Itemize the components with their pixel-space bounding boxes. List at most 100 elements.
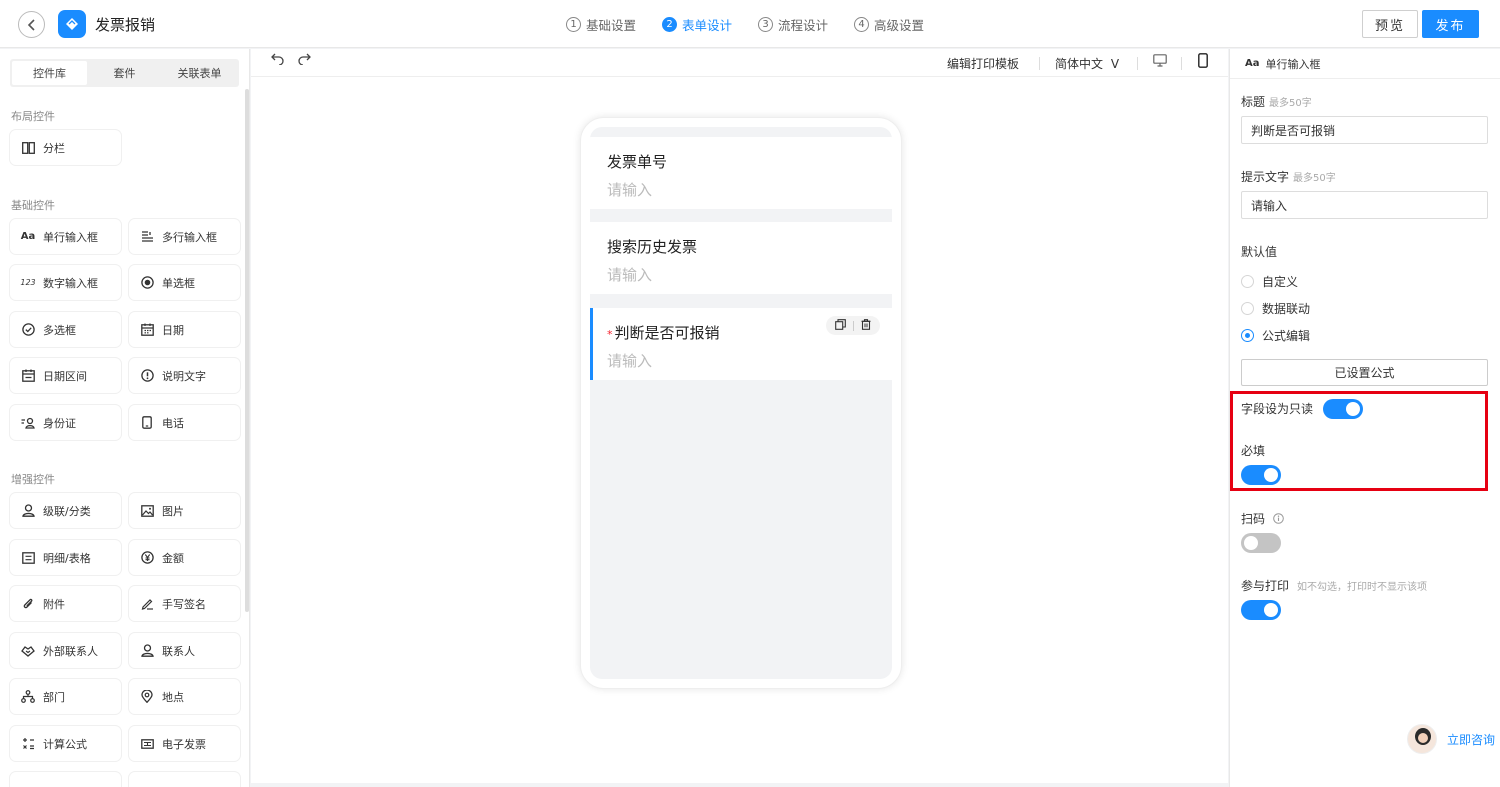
control-external-contact[interactable]: 外部联系人 [10, 633, 121, 668]
control-detail-table[interactable]: 明细/表格 [10, 540, 121, 575]
control-cascade[interactable]: 级联/分类 [10, 493, 121, 528]
control-radio[interactable]: 单选框 [129, 265, 240, 300]
control-label: 计算公式 [43, 737, 87, 751]
field-label-text: 判断是否可报销 [614, 324, 720, 342]
placeholder-setting-label: 提示文字 最多50字 [1241, 168, 1336, 185]
language-select[interactable]: 简体中文 V [1055, 55, 1119, 72]
section-title-enhanced: 增强控件 [11, 473, 55, 486]
title-setting-label: 标题 最多50字 [1241, 93, 1312, 110]
radio-label: 自定义 [1262, 275, 1299, 289]
control-amount[interactable]: 金额 [129, 540, 240, 575]
radio-label: 公式编辑 [1262, 329, 1311, 343]
app-title: 发票报销 [95, 16, 156, 34]
control-attachment[interactable]: 附件 [10, 586, 121, 621]
control-label: 单行输入框 [43, 230, 98, 244]
control-label: 日期区间 [43, 369, 87, 383]
chevron-left-icon [27, 18, 35, 31]
tab-controls[interactable]: 控件库 [12, 61, 87, 85]
step-number: 3 [758, 17, 774, 32]
desktop-icon[interactable] [1153, 54, 1167, 70]
info-icon[interactable] [1273, 512, 1284, 527]
contact-icon [140, 644, 154, 658]
control-multi-line-input[interactable]: 多行输入框 [129, 219, 240, 254]
step-basic-settings[interactable]: 1 基础设置 [566, 15, 636, 34]
signature-icon [140, 597, 154, 611]
toolbar-divider [1181, 57, 1182, 70]
control-label: 电子发票 [162, 737, 206, 751]
control-formula[interactable]: 计算公式 [10, 726, 121, 761]
text-icon: Aa [1245, 58, 1260, 69]
radio-data-linkage[interactable]: 数据联动 [1241, 300, 1310, 317]
control-date[interactable]: 日期 [129, 312, 240, 347]
control-department[interactable]: 部门 [10, 679, 121, 714]
mobile-icon[interactable] [1198, 53, 1208, 71]
tab-kits[interactable]: 套件 [87, 61, 162, 85]
field-placeholder: 请输入 [607, 352, 653, 370]
invoice-icon [140, 737, 154, 751]
undo-icon[interactable] [271, 53, 285, 69]
control-partial[interactable] [129, 772, 240, 787]
form-field-reimbursable[interactable]: * 判断是否可报销 请输入 [590, 308, 892, 380]
publish-button[interactable]: 发布 [1422, 10, 1479, 38]
step-number: 2 [662, 17, 678, 32]
form-field-invoice-number[interactable]: 发票单号 请输入 [590, 137, 892, 209]
copy-icon[interactable] [834, 318, 846, 333]
label-text: 标题 [1241, 95, 1266, 109]
handshake-icon [21, 644, 35, 658]
library-scrollbar[interactable] [245, 89, 249, 612]
image-icon [140, 504, 154, 518]
scan-toggle[interactable] [1241, 533, 1281, 553]
section-title-basic: 基础控件 [11, 199, 55, 212]
radio-formula-edit[interactable]: 公式编辑 [1241, 327, 1310, 344]
multiline-icon [140, 230, 154, 244]
canvas-toolbar: 编辑打印模板 简体中文 V [251, 49, 1228, 77]
edit-print-template-link[interactable]: 编辑打印模板 [947, 55, 1019, 72]
control-label: 金额 [162, 551, 184, 565]
columns-icon [21, 141, 35, 155]
back-button[interactable] [18, 11, 45, 38]
label-hint: 最多50字 [1269, 98, 1312, 109]
title-input[interactable] [1241, 116, 1488, 144]
form-field-search-history[interactable]: 搜索历史发票 请输入 [590, 222, 892, 294]
info-icon [140, 369, 154, 383]
control-phone[interactable]: 电话 [129, 405, 240, 440]
phone-screen: 发票单号 请输入 搜索历史发票 请输入 * 判断是否可报销 请输入 [590, 127, 892, 679]
step-flow-design[interactable]: 3 流程设计 [758, 15, 828, 34]
tab-related-forms[interactable]: 关联表单 [162, 61, 237, 85]
control-image[interactable]: 图片 [129, 493, 240, 528]
redo-icon[interactable] [297, 53, 311, 69]
trash-icon[interactable] [861, 318, 871, 333]
toolbar-divider [1039, 57, 1040, 70]
control-date-range[interactable]: 日期区间 [10, 358, 121, 393]
control-columns[interactable]: 分栏 [10, 130, 121, 165]
step-advanced-settings[interactable]: 4 高级设置 [854, 15, 924, 34]
control-signature[interactable]: 手写签名 [129, 586, 240, 621]
control-label: 电话 [162, 416, 184, 430]
preview-button[interactable]: 预览 [1362, 10, 1418, 38]
control-contact[interactable]: 联系人 [129, 633, 240, 668]
control-location[interactable]: 地点 [129, 679, 240, 714]
field-placeholder: 请输入 [607, 181, 653, 199]
radio-label: 数据联动 [1262, 302, 1311, 316]
control-e-invoice[interactable]: 电子发票 [129, 726, 240, 761]
control-label: 分栏 [43, 141, 65, 155]
control-number-input[interactable]: 123 数字输入框 [10, 265, 121, 300]
radio-custom[interactable]: 自定义 [1241, 273, 1298, 290]
checkbox-icon [21, 323, 35, 337]
step-form-design[interactable]: 2 表单设计 [662, 15, 732, 34]
control-checkbox[interactable]: 多选框 [10, 312, 121, 347]
placeholder-input[interactable] [1241, 191, 1488, 219]
toolbar-divider [1137, 57, 1138, 70]
control-single-line-input[interactable]: Aa 单行输入框 [10, 219, 121, 254]
consult-widget[interactable]: 立即咨询 [1407, 724, 1500, 754]
formula-set-button[interactable]: 已设置公式 [1241, 359, 1488, 386]
control-partial[interactable] [10, 772, 121, 787]
label-hint: 如不勾选，打印时不显示该项 [1297, 582, 1428, 593]
control-description-text[interactable]: 说明文字 [129, 358, 240, 393]
default-value-label: 默认值 [1241, 245, 1278, 259]
radio-dot-selected [1241, 329, 1254, 342]
action-divider [852, 320, 854, 331]
print-toggle[interactable] [1241, 600, 1281, 620]
control-id-card[interactable]: 身份证 [10, 405, 121, 440]
section-title-layout: 布局控件 [11, 110, 55, 123]
